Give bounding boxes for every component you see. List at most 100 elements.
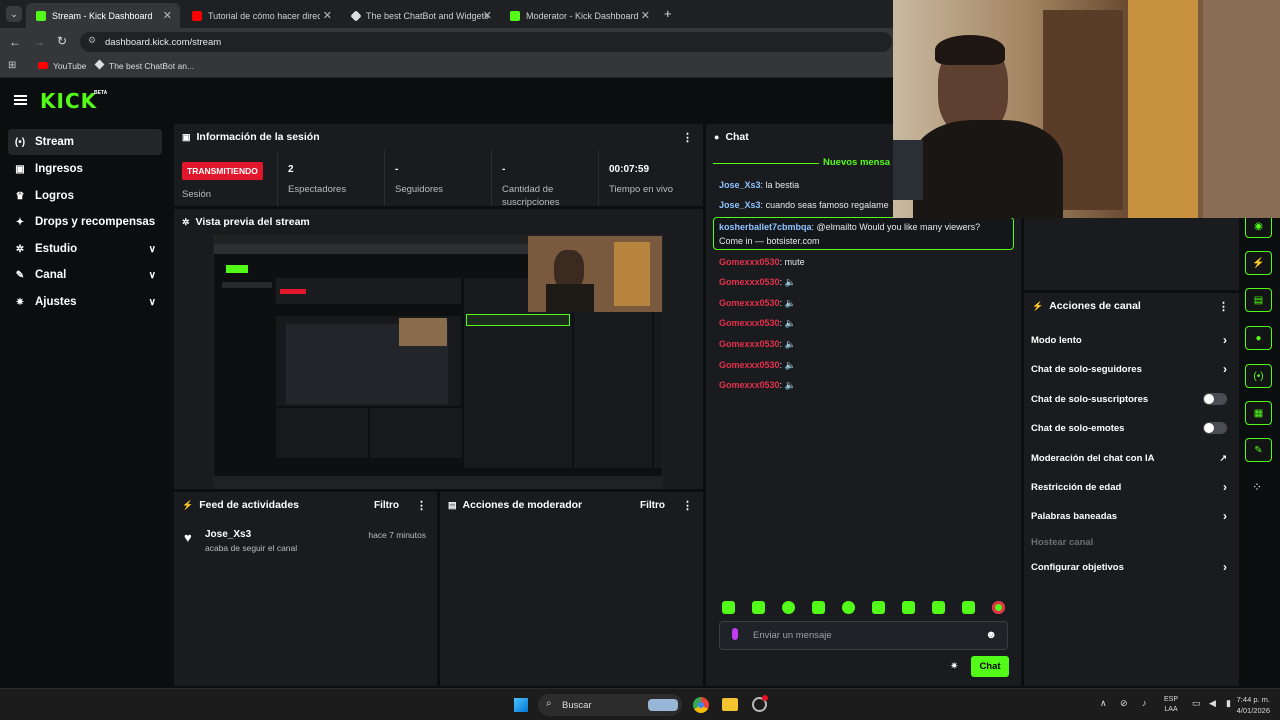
close-icon[interactable]: ✕: [483, 9, 492, 22]
chat-username[interactable]: Gomexxx0530: [719, 360, 780, 370]
file-explorer-icon[interactable]: [722, 698, 738, 711]
sidebar-item-stream[interactable]: (•) Stream: [8, 129, 162, 155]
tab-chatbot[interactable]: The best ChatBot and Widgets ✕: [342, 3, 500, 28]
windows-start-icon[interactable]: [514, 698, 528, 712]
action-slow-mode[interactable]: Modo lento ›: [1031, 333, 1231, 347]
windows-taskbar: ⌕ Buscar ∧ ⊘ ♪ ESP LAA ▭ ◀ ▮ 7:44 p. m. …: [0, 688, 1280, 720]
sidebar-item-ajustes[interactable]: ✷ Ajustes ∨: [8, 289, 162, 315]
chat-username[interactable]: Jose_Xs3: [719, 180, 761, 190]
rail-tools-button[interactable]: ✎: [1245, 438, 1272, 462]
subscribers-only-toggle[interactable]: [1203, 393, 1227, 405]
emote-icon[interactable]: [932, 601, 945, 614]
action-label: Modo lento: [1031, 334, 1082, 346]
chat-username[interactable]: Gomexxx0530: [719, 298, 780, 308]
hamburger-menu-icon[interactable]: [14, 95, 27, 97]
more-options-icon[interactable]: ⋮: [682, 499, 693, 512]
url-field[interactable]: ⚙ dashboard.kick.com/stream: [80, 32, 892, 52]
send-chat-button[interactable]: Chat: [971, 656, 1009, 677]
emote-icon[interactable]: [812, 601, 825, 614]
heart-icon: ♥: [184, 530, 192, 545]
rail-chat-button[interactable]: ●: [1245, 326, 1272, 350]
chat-input[interactable]: Enviar un mensaje ☻: [719, 621, 1008, 650]
chat-username[interactable]: Gomexxx0530: [719, 339, 780, 349]
sidebar-item-estudio[interactable]: ✲ Estudio ∨: [8, 236, 162, 262]
sidebar-item-ingresos[interactable]: ▣ Ingresos: [8, 156, 162, 182]
rail-layout-button[interactable]: ▦: [1245, 401, 1272, 425]
chat-bubble-icon: ●: [1255, 332, 1262, 344]
microphone-tray-icon[interactable]: ♪: [1142, 698, 1147, 708]
action-banned-words[interactable]: Palabras baneadas ›: [1031, 509, 1231, 523]
stat-live-time: 00:07:59 Tiempo en vivo: [601, 150, 703, 206]
emote-icon[interactable]: [962, 601, 975, 614]
rail-lightning-button[interactable]: ⚡: [1245, 251, 1272, 275]
bookmark-chatbot[interactable]: The best ChatBot an...: [109, 61, 194, 71]
more-options-icon[interactable]: ⋮: [682, 131, 693, 144]
apps-grid-icon[interactable]: ⊞: [8, 60, 16, 71]
speaker-emote-icon: 🔈: [784, 298, 796, 308]
volume-icon[interactable]: ◀: [1209, 698, 1216, 709]
chat-settings-icon[interactable]: ✷: [950, 661, 958, 672]
language-indicator[interactable]: ESP LAA: [1164, 695, 1178, 715]
rail-notes-button[interactable]: ▤: [1245, 288, 1272, 312]
tab-moderator[interactable]: Moderator - Kick Dashboard ✕: [500, 3, 658, 28]
more-options-icon[interactable]: ⋮: [1218, 300, 1229, 313]
youtube-favicon-icon: [192, 10, 202, 21]
close-icon[interactable]: ✕: [323, 9, 332, 22]
sidebar-item-label: Ingresos: [35, 163, 83, 175]
tab-tutorial[interactable]: Tutorial de cómo hacer director ✕: [182, 3, 340, 28]
action-ai-moderation[interactable]: Moderación del chat con IA ↗: [1031, 451, 1231, 465]
sidebar-item-drops[interactable]: ✦ Drops y recompensas: [8, 209, 162, 235]
action-age-restriction[interactable]: Restricción de edad ›: [1031, 480, 1231, 494]
activity-filter-button[interactable]: Filtro: [374, 500, 399, 511]
chevron-up-icon[interactable]: ∧: [1100, 698, 1107, 709]
close-icon[interactable]: ✕: [641, 9, 650, 22]
stat-label: Sesión: [182, 189, 212, 200]
forward-icon[interactable]: →: [33, 35, 45, 49]
chat-username[interactable]: Gomexxx0530: [719, 277, 780, 287]
sidebar-item-label: Logros: [35, 190, 74, 202]
clock[interactable]: 7:44 p. m. 4/01/2026: [1228, 694, 1270, 716]
emote-icon[interactable]: [782, 601, 795, 614]
chrome-center-icon: [698, 702, 704, 708]
taskbar-search[interactable]: ⌕ Buscar: [538, 694, 682, 716]
sidebar-item-logros[interactable]: ♛ Logros: [8, 183, 162, 209]
chevron-right-icon: ›: [1223, 509, 1227, 523]
emoji-icon[interactable]: ☻: [985, 629, 997, 641]
emotes-only-toggle[interactable]: [1203, 422, 1227, 434]
tab-stream[interactable]: Stream - Kick Dashboard ✕: [26, 3, 180, 28]
stream-preview-video[interactable]: [213, 235, 663, 489]
chat-username[interactable]: Gomexxx0530: [719, 318, 780, 328]
microphone-image: [893, 140, 923, 200]
chat-username[interactable]: Jose_Xs3: [719, 200, 761, 210]
display-icon[interactable]: ▭: [1192, 698, 1201, 709]
tab-search-icon[interactable]: ⌄: [6, 6, 22, 22]
mod-filter-button[interactable]: Filtro: [640, 500, 665, 511]
emote-icon[interactable]: [842, 601, 855, 614]
emote-icon[interactable]: [902, 601, 915, 614]
back-icon[interactable]: ←: [9, 35, 21, 49]
emote-icon[interactable]: [872, 601, 885, 614]
rail-broadcast-button[interactable]: (•): [1245, 364, 1272, 388]
emote-icon[interactable]: [722, 601, 735, 614]
reload-icon[interactable]: ↻: [57, 34, 67, 48]
chat-username[interactable]: Gomexxx0530: [719, 380, 780, 390]
action-configure-goals[interactable]: Configurar objetivos ›: [1031, 560, 1231, 574]
stat-value: -: [502, 164, 506, 175]
new-tab-icon[interactable]: +: [664, 6, 672, 21]
close-icon[interactable]: ✕: [163, 9, 172, 22]
microphone-icon[interactable]: [732, 628, 738, 640]
site-info-icon[interactable]: ⚙: [88, 35, 96, 46]
sidebar-item-canal[interactable]: ✎ Canal ∨: [8, 262, 162, 288]
chat-username[interactable]: Gomexxx0530: [719, 257, 780, 267]
kick-logo[interactable]: KICK: [40, 89, 97, 113]
chat-username[interactable]: kosherballet7cbmbqa: [719, 222, 812, 232]
bookmark-youtube[interactable]: YouTube: [53, 61, 86, 71]
dots-cluster-icon[interactable]: ⁘: [1252, 480, 1262, 494]
network-off-icon[interactable]: ⊘: [1120, 698, 1128, 709]
emote-icon[interactable]: [752, 601, 765, 614]
preview-header: ✲ Vista previa del stream: [174, 209, 703, 235]
chevron-right-icon: ›: [1223, 362, 1227, 376]
emote-icon[interactable]: [992, 601, 1005, 614]
more-options-icon[interactable]: ⋮: [416, 499, 427, 512]
action-followers-only[interactable]: Chat de solo-seguidores ›: [1031, 362, 1231, 376]
